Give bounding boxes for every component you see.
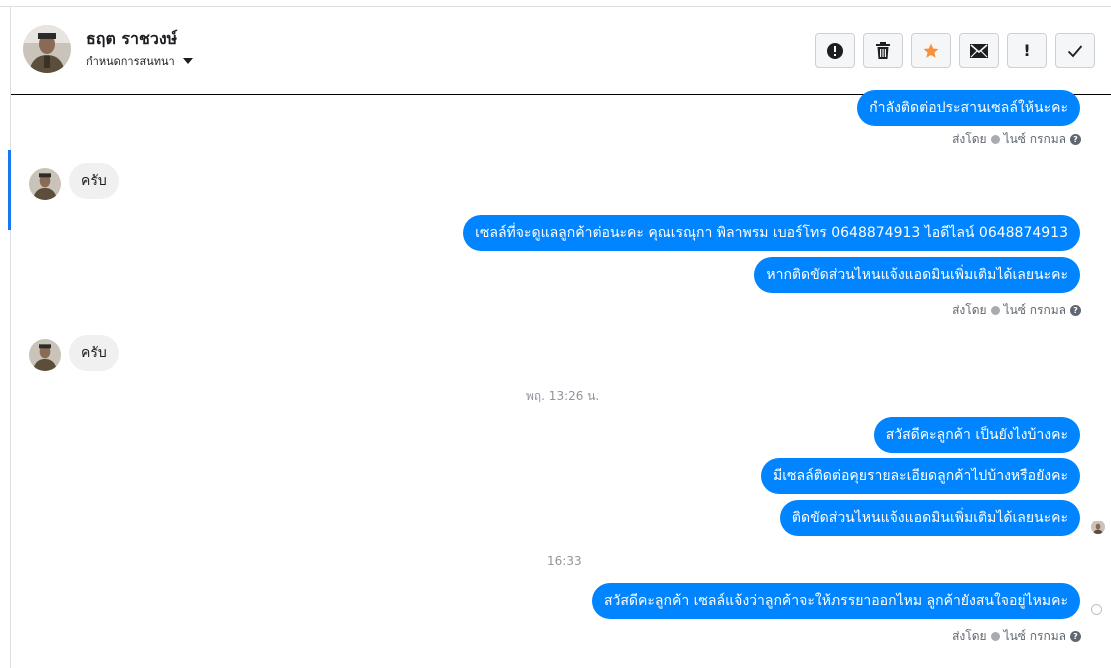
message-bubble-incoming[interactable]: ครับ (69, 335, 119, 371)
mail-button[interactable] (959, 33, 999, 68)
contact-avatar[interactable] (23, 25, 71, 73)
message-bubble-outgoing[interactable]: มีเซลล์ติดต่อคุยรายละเอียดลูกค้าไปบ้างหร… (761, 458, 1080, 494)
avatar-photo-icon (1091, 521, 1105, 534)
checkmark-icon (1067, 44, 1083, 57)
sent-by-label: ส่งโดย (952, 629, 987, 643)
mark-important-button[interactable]: ! (1007, 33, 1047, 68)
help-icon[interactable]: ? (1070, 631, 1081, 642)
page-icon (990, 306, 1000, 315)
page-icon (990, 632, 1000, 641)
message-bubble-outgoing[interactable]: หากติดขัดส่วนไหนแจ้งแอดมินเพิ่มเติมได้เล… (754, 257, 1080, 293)
exclamation-icon: ! (1023, 41, 1031, 60)
delete-button[interactable] (863, 33, 903, 68)
message-bubble-incoming[interactable]: ครับ (69, 163, 119, 199)
help-icon[interactable]: ? (1070, 305, 1081, 316)
message-thread[interactable]: กำลังติดต่อประสานเซลล์ให้นะคะ ส่งโดย ไนซ… (11, 90, 1111, 668)
avatar-photo-icon (29, 168, 61, 200)
sender-name[interactable]: ไนซ์ กรกมล (1004, 130, 1066, 149)
contact-name[interactable]: ธฤต ราชวงษ์ (86, 27, 177, 52)
message-bubble-outgoing[interactable]: สวัสดีคะลูกค้า เป็นยังไงบ้างคะ (873, 417, 1080, 453)
alert-circle-icon (827, 42, 843, 59)
caret-down-icon (182, 58, 193, 64)
read-receipt-avatar (1091, 520, 1105, 534)
message-bubble-outgoing[interactable]: กำลังติดต่อประสานเซลล์ให้นะคะ (857, 90, 1080, 126)
conversation-header: ธฤต ราชวงษ์ กำหนดการสนทนา ! (11, 7, 1111, 95)
message-bubble-outgoing[interactable]: เซลล์ที่จะดูแลลูกค้าต่อนะคะ คุณเรณุกา พิ… (463, 215, 1080, 251)
star-button[interactable] (911, 33, 951, 68)
message-bubble-outgoing[interactable]: ติดขัดส่วนไหนแจ้งแอดมินเพิ่มเติมได้เลยนะ… (779, 500, 1080, 536)
sender-name[interactable]: ไนซ์ กรกมล (1004, 301, 1066, 320)
messenger-window: ธฤต ราชวงษ์ กำหนดการสนทนา ! กำลังติดต่อป… (0, 0, 1111, 668)
timestamp: 16:33 (547, 554, 582, 568)
conversation-settings-dropdown[interactable]: กำหนดการสนทนา (86, 52, 193, 70)
conversation-settings-label: กำหนดการสนทนา (86, 55, 175, 68)
sender-name[interactable]: ไนซ์ กรกมล (1004, 627, 1066, 646)
contact-avatar-small[interactable] (29, 168, 61, 200)
contact-avatar-small[interactable] (29, 339, 61, 371)
sent-by-line: ส่งโดย ไนซ์ กรกมล ? (952, 627, 1081, 646)
sent-by-label: ส่งโดย (952, 303, 987, 317)
toolbar: ! (815, 33, 1095, 68)
report-button[interactable] (815, 33, 855, 68)
avatar-photo-icon (29, 339, 61, 371)
delivered-check-icon (1091, 604, 1102, 615)
timestamp: พฤ. 13:26 น. (526, 389, 600, 403)
sent-by-label: ส่งโดย (952, 132, 987, 146)
mark-done-button[interactable] (1055, 33, 1095, 68)
sent-by-line: ส่งโดย ไนซ์ กรกมล ? (952, 301, 1081, 320)
page-icon (990, 135, 1000, 144)
trash-icon (876, 41, 890, 59)
help-icon[interactable]: ? (1070, 134, 1081, 145)
mail-icon (970, 43, 988, 58)
avatar-photo-icon (23, 25, 71, 73)
sent-by-line: ส่งโดย ไนซ์ กรกมล ? (952, 130, 1081, 149)
star-icon (923, 43, 939, 58)
message-bubble-outgoing[interactable]: สวัสดีคะลูกค้า เซลล์แจ้งว่าลูกค้าจะให้ภร… (591, 583, 1080, 619)
